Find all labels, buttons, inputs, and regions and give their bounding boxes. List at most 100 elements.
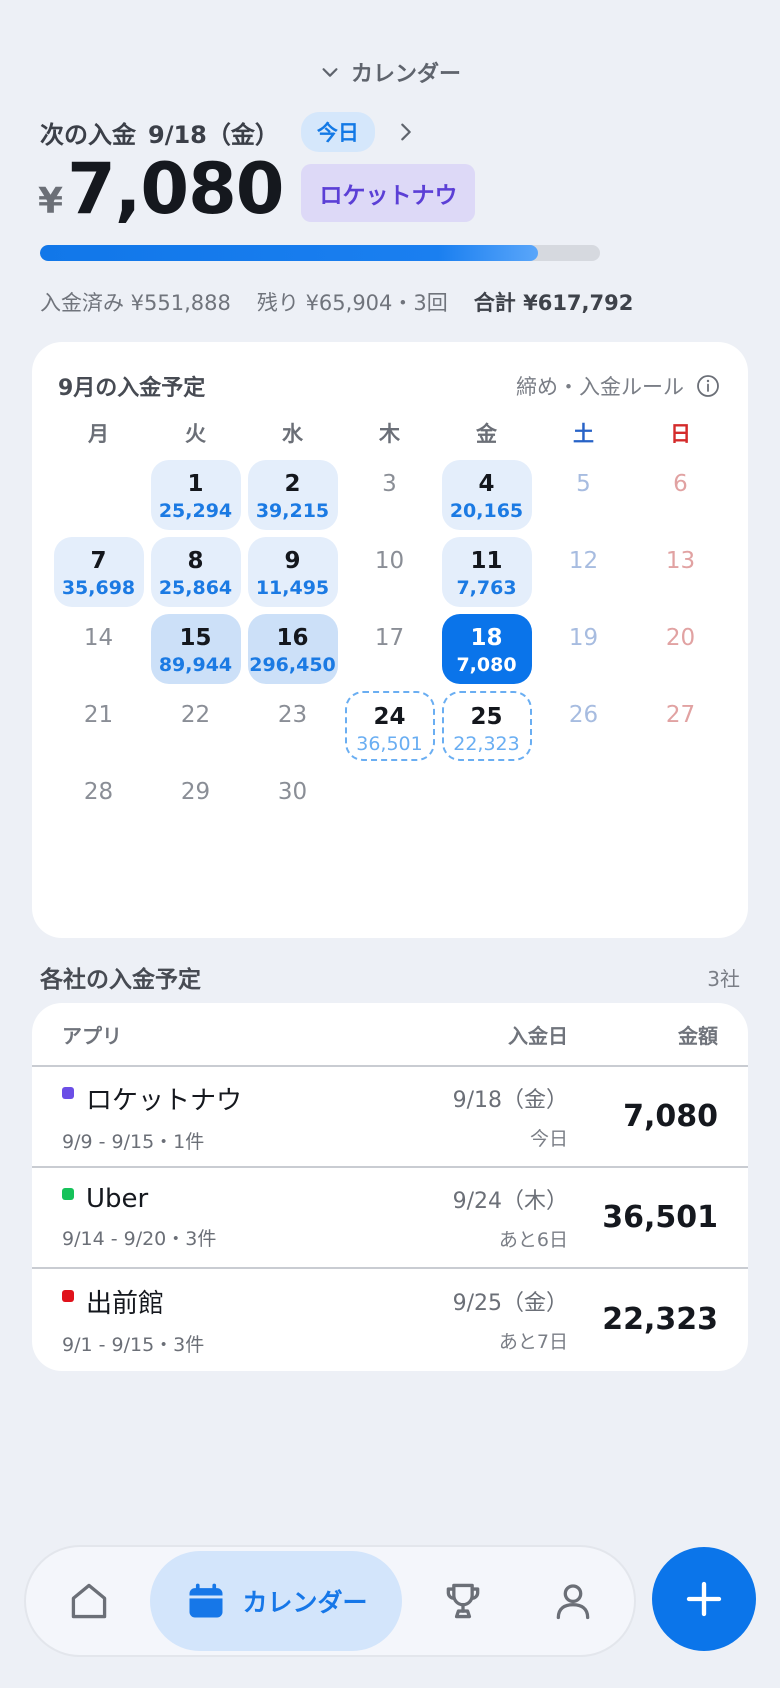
calendar-day-7[interactable]: 7 35,698 bbox=[53, 537, 144, 607]
summary-total: 合計 ¥617,792 bbox=[473, 291, 634, 315]
calendar-header: 9月の入金予定 締め・入金ルール bbox=[58, 370, 720, 402]
table-row[interactable]: Uber 9/14 - 9/20・3件 9/24（木） あと6日 36,501 bbox=[32, 1168, 748, 1269]
calendar-card: 9月の入金予定 締め・入金ルール 月 火 水 木 金 土 日 1 25,294 2 3… bbox=[32, 342, 748, 938]
calendar-day-18[interactable]: 18 7,080 bbox=[441, 614, 532, 684]
calendar-title: 9月の入金予定 bbox=[58, 376, 206, 401]
calendar-slot bbox=[50, 460, 147, 537]
nav-calendar[interactable]: カレンダー bbox=[150, 1551, 402, 1651]
calendar-slot: 6 bbox=[632, 460, 729, 537]
calendar-day-number: 16 bbox=[276, 625, 309, 651]
companies-title: 各社の入金予定 bbox=[40, 967, 201, 993]
view-switcher-label: カレンダー bbox=[350, 62, 461, 87]
calendar-day-amount: 25,864 bbox=[158, 577, 233, 599]
calendar-day-number: 27 bbox=[665, 702, 696, 728]
calendar-day-17[interactable]: 17 bbox=[345, 614, 435, 684]
calendar-day-6[interactable]: 6 bbox=[636, 460, 726, 530]
add-button[interactable] bbox=[652, 1547, 756, 1651]
calendar-slot: 7 35,698 bbox=[50, 537, 147, 614]
calendar-slot: 18 7,080 bbox=[438, 614, 535, 691]
calendar-day-12[interactable]: 12 bbox=[539, 537, 629, 607]
calendar-day-number: 12 bbox=[568, 548, 599, 574]
calendar-day-amount: 36,501 bbox=[356, 733, 423, 755]
calendar-day-5[interactable]: 5 bbox=[539, 460, 629, 530]
view-switcher[interactable]: カレンダー bbox=[0, 56, 780, 88]
calendar-day-number: 4 bbox=[478, 471, 495, 497]
calendar-day-number: 24 bbox=[373, 704, 406, 730]
calendar-day-27[interactable]: 27 bbox=[636, 691, 726, 761]
calendar-day-24[interactable]: 24 36,501 bbox=[344, 691, 435, 761]
calendar-slot: 9 11,495 bbox=[244, 537, 341, 614]
calendar-day-1[interactable]: 1 25,294 bbox=[150, 460, 241, 530]
calendar-grid: 1 25,294 2 39,215 3 4 20,165 5 6 7 35,698 8 25,864 9 1… bbox=[50, 460, 729, 845]
calendar-slot: 11 7,763 bbox=[438, 537, 535, 614]
calendar-day-28[interactable]: 28 bbox=[54, 768, 144, 838]
calendar-day-number: 15 bbox=[179, 625, 212, 651]
calendar-day-19[interactable]: 19 bbox=[539, 614, 629, 684]
calendar-slot: 22 bbox=[147, 691, 244, 768]
calendar-day-amount: 296,450 bbox=[249, 654, 336, 676]
payout-date-sub: 今日 bbox=[529, 1128, 568, 1150]
weekday-sun: 日 bbox=[670, 422, 691, 446]
nav-profile[interactable] bbox=[518, 1579, 628, 1623]
calendar-day-number: 10 bbox=[374, 548, 405, 574]
chevron-right-icon[interactable] bbox=[395, 121, 417, 143]
weekday-header: 月 火 水 木 金 土 日 bbox=[50, 418, 729, 448]
header-app: アプリ bbox=[62, 1023, 122, 1048]
nav-achievements[interactable] bbox=[408, 1579, 518, 1623]
app-period: 9/1 - 9/15・3件 bbox=[62, 1333, 205, 1356]
calendar-day-22[interactable]: 22 bbox=[151, 691, 241, 761]
next-payout-amount-row: ¥ 7,080 ロケットナウ bbox=[38, 148, 476, 230]
calendar-day-23[interactable]: 23 bbox=[248, 691, 338, 761]
payout-amount: 7,080 bbox=[623, 1099, 718, 1134]
summary-remaining: 残り ¥65,904・3回 bbox=[256, 291, 448, 315]
calendar-day-16[interactable]: 16 296,450 bbox=[247, 614, 338, 684]
table-row[interactable]: ロケットナウ 9/9 - 9/15・1件 9/18（金） 今日 7,080 bbox=[32, 1067, 748, 1168]
calendar-day-29[interactable]: 29 bbox=[151, 768, 241, 838]
table-row[interactable]: 出前館 9/1 - 9/15・3件 9/25（金） あと7日 22,323 bbox=[32, 1269, 748, 1370]
calendar-day-14[interactable]: 14 bbox=[54, 614, 144, 684]
app-name: 出前館 bbox=[86, 1288, 165, 1319]
calendar-day-3[interactable]: 3 bbox=[345, 460, 435, 530]
rules-link[interactable]: 締め・入金ルール bbox=[516, 371, 720, 401]
payout-date: 9/18（金） bbox=[452, 1088, 568, 1113]
calendar-day-4[interactable]: 4 20,165 bbox=[441, 460, 532, 530]
plus-icon bbox=[686, 1581, 722, 1617]
app-color-dot bbox=[62, 1087, 74, 1099]
calendar-slot: 10 bbox=[341, 537, 438, 614]
calendar-day-10[interactable]: 10 bbox=[345, 537, 435, 607]
calendar-slot: 24 36,501 bbox=[341, 691, 438, 768]
calendar-slot: 12 bbox=[535, 537, 632, 614]
user-icon bbox=[556, 1584, 590, 1620]
calendar-day-21[interactable]: 21 bbox=[54, 691, 144, 761]
nav-calendar-label: カレンダー bbox=[242, 1588, 368, 1617]
calendar-day-30[interactable]: 30 bbox=[248, 768, 338, 838]
calendar-day-20[interactable]: 20 bbox=[636, 614, 726, 684]
companies-section-header: 各社の入金予定 3社 bbox=[40, 960, 740, 994]
calendar-day-26[interactable]: 26 bbox=[539, 691, 629, 761]
calendar-day-amount: 35,698 bbox=[61, 577, 136, 599]
calendar-day-2[interactable]: 2 39,215 bbox=[247, 460, 338, 530]
calendar-slot: 19 bbox=[535, 614, 632, 691]
calendar-day-8[interactable]: 8 25,864 bbox=[150, 537, 241, 607]
nav-home[interactable] bbox=[34, 1579, 144, 1623]
calendar-slot: 29 bbox=[147, 768, 244, 845]
next-payout-row[interactable]: 次の入金 9/18（金） 今日 bbox=[40, 112, 417, 152]
next-payout-date: 9/18（金） bbox=[148, 120, 279, 149]
calendar-day-number: 20 bbox=[665, 625, 696, 651]
calendar-day-25[interactable]: 25 22,323 bbox=[441, 691, 532, 761]
calendar-day-number: 26 bbox=[568, 702, 599, 728]
calendar-slot: 5 bbox=[535, 460, 632, 537]
bottom-nav: カレンダー bbox=[24, 1545, 636, 1657]
calendar-slot: 20 bbox=[632, 614, 729, 691]
calendar-day-9[interactable]: 9 11,495 bbox=[247, 537, 338, 607]
calendar-day-15[interactable]: 15 89,944 bbox=[150, 614, 241, 684]
calendar-day-number: 13 bbox=[665, 548, 696, 574]
calendar-day-13[interactable]: 13 bbox=[636, 537, 726, 607]
payout-date-sub: あと7日 bbox=[498, 1331, 568, 1353]
calendar-day-11[interactable]: 11 7,763 bbox=[441, 537, 532, 607]
payout-amount: 36,501 bbox=[602, 1200, 718, 1235]
calendar-day-number: 21 bbox=[83, 702, 114, 728]
calendar-day-number: 5 bbox=[576, 471, 591, 497]
calendar-slot: 17 bbox=[341, 614, 438, 691]
calendar-slot: 28 bbox=[50, 768, 147, 845]
